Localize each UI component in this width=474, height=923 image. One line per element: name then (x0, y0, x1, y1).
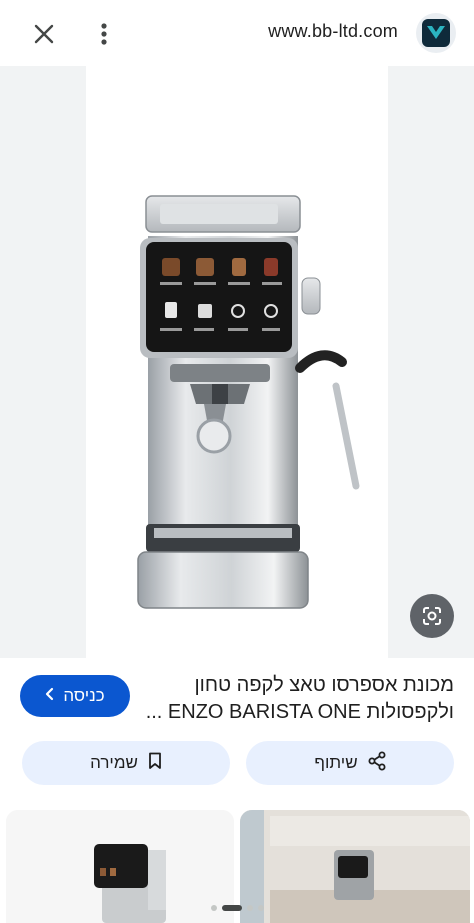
save-label: שמירה (90, 753, 138, 772)
site-domain[interactable]: www.bb-ltd.com (268, 21, 398, 42)
pager-indicator (205, 903, 269, 913)
related-image-1[interactable] (6, 810, 234, 923)
share-label: שיתוף (314, 753, 358, 772)
bookmark-icon (148, 752, 162, 775)
visit-label: כניסה (63, 686, 105, 705)
close-button[interactable] (28, 18, 60, 50)
top-bar: www.bb-ltd.com (0, 0, 474, 66)
product-image (86, 66, 388, 658)
site-logo-icon (422, 19, 450, 47)
lens-icon (423, 607, 441, 625)
save-button[interactable]: שמירה (22, 741, 230, 785)
product-title[interactable]: מכונת אספרסו טאצ לקפה טחון ולקפסולות ENZ… (134, 672, 454, 726)
more-options-button[interactable] (90, 18, 118, 50)
visit-button[interactable]: כניסה (20, 675, 130, 717)
google-lens-button[interactable] (410, 594, 454, 638)
related-image-2[interactable] (240, 810, 470, 923)
site-logo[interactable] (416, 13, 456, 53)
image-viewer[interactable] (0, 66, 474, 658)
chevron-left-icon (45, 686, 55, 706)
more-vert-icon (101, 23, 107, 45)
close-icon (34, 24, 54, 44)
share-icon (368, 751, 386, 776)
share-button[interactable]: שיתוף (246, 741, 454, 785)
